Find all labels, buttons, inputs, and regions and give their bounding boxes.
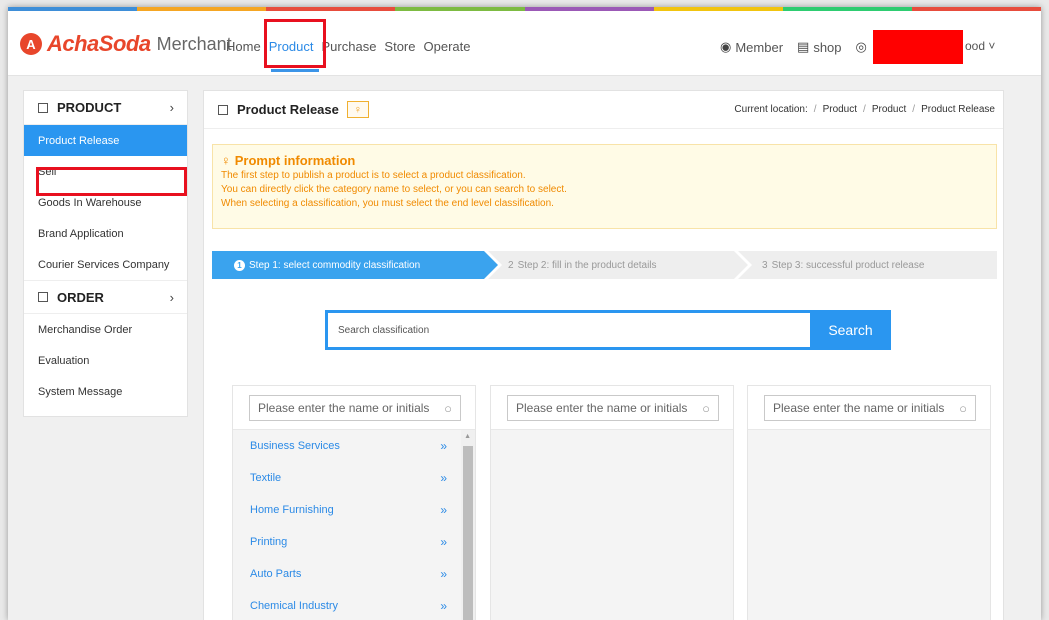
member-link[interactable]: ◉ Member [720, 39, 783, 55]
lightbulb-icon[interactable]: ♀ [346, 101, 369, 118]
step-3: 3 Step 3: successful product release [738, 251, 997, 279]
double-chevron-right-icon: » [440, 599, 447, 613]
sidebar-item-system-message[interactable]: System Message [24, 376, 187, 407]
scrollbar-thumb[interactable] [463, 446, 473, 620]
step-label: Step 2: fill in the product details [517, 259, 657, 271]
double-chevron-right-icon: » [440, 503, 447, 517]
step-number: 3 [762, 259, 768, 271]
step-label: Step 3: successful product release [771, 259, 925, 271]
category-list [491, 429, 733, 620]
prompt-info-box: ♀ Prompt information The first step to p… [212, 144, 997, 229]
list-item[interactable]: Textile» [233, 462, 475, 494]
main-header: Product Release ♀ Current location: / Pr… [204, 91, 1003, 129]
brand-name: AchaSoda [47, 31, 151, 56]
column-search-input[interactable]: Please enter the name or initials ○ [507, 395, 719, 421]
section-title: ORDER [57, 289, 104, 305]
column-search-placeholder: Please enter the name or initials [773, 401, 945, 415]
page-title: Product Release [237, 102, 339, 117]
step-2: 2 Step 2: fill in the product details [488, 251, 748, 279]
column-search-input[interactable]: Please enter the name or initials ○ [249, 395, 461, 421]
sidebar: PRODUCT › Product Release Sell Goods In … [23, 90, 188, 417]
nav-purchase[interactable]: Purchase [322, 39, 377, 54]
scroll-up-icon[interactable]: ▲ [464, 433, 471, 440]
breadcrumb-item[interactable]: Product [823, 104, 857, 115]
double-chevron-right-icon: » [440, 567, 447, 581]
category-column-1: Please enter the name or initials ○ Busi… [232, 385, 476, 620]
list-item[interactable]: Auto Parts» [233, 558, 475, 590]
double-chevron-right-icon: » [440, 439, 447, 453]
step-progress: 1 Step 1: select commodity classificatio… [212, 251, 997, 279]
column-search-placeholder: Please enter the name or initials [516, 401, 688, 415]
highlight-box-sell [36, 167, 187, 196]
category-list: Business Services» Textile» Home Furnish… [233, 429, 475, 620]
section-icon [38, 102, 48, 113]
prompt-line: You can directly click the category name… [221, 184, 567, 195]
list-item[interactable]: Printing» [233, 526, 475, 558]
double-chevron-right-icon: » [440, 535, 447, 549]
list-item[interactable]: Business Services» [233, 430, 475, 462]
step-label: Step 1: select commodity classification [249, 259, 421, 271]
search-icon: ○ [702, 400, 710, 416]
sidebar-item-brand-application[interactable]: Brand Application [24, 218, 187, 249]
step-1: 1 Step 1: select commodity classificatio… [212, 251, 498, 279]
shop-icon: ▤ [797, 39, 810, 54]
redacted-username [873, 30, 963, 64]
double-chevron-right-icon: » [440, 471, 447, 485]
step-number: 1 [234, 260, 245, 271]
chevron-right-icon: › [169, 289, 174, 305]
member-label: Member [735, 39, 784, 55]
prompt-title: Prompt information [234, 153, 356, 168]
logo-icon: A [20, 33, 42, 55]
sidebar-section-product[interactable]: PRODUCT › [24, 91, 187, 125]
search-icon: ○ [444, 400, 452, 416]
breadcrumb-item[interactable]: Product [872, 104, 906, 115]
user-nav: ◉ Member ▤ shop ◎ [720, 39, 885, 55]
user-name-tail[interactable]: ood ˅ [965, 39, 995, 53]
prompt-line: When selecting a classification, you mus… [221, 198, 554, 209]
sidebar-item-evaluation[interactable]: Evaluation [24, 345, 187, 376]
sidebar-item-product-release[interactable]: Product Release [24, 125, 187, 156]
section-icon [38, 292, 48, 302]
category-list [748, 429, 990, 620]
lightbulb-icon: ♀ [221, 153, 231, 168]
nav-store[interactable]: Store [384, 39, 415, 54]
highlight-box-product [264, 19, 326, 68]
category-column-3: Please enter the name or initials ○ [747, 385, 991, 620]
shop-label: shop [813, 39, 842, 55]
column-search-input[interactable]: Please enter the name or initials ○ [764, 395, 976, 421]
sidebar-section-order[interactable]: ORDER › [24, 280, 187, 314]
list-item[interactable]: Home Furnishing» [233, 494, 475, 526]
step-number: 2 [508, 259, 514, 271]
app-window: A AchaSoda Merchant Home Product Purchas… [8, 7, 1041, 620]
nav-operate[interactable]: Operate [424, 39, 471, 54]
search-input[interactable]: Search classification [325, 310, 810, 350]
user-icon: ◎ [855, 39, 867, 54]
prompt-line: The first step to publish a product is t… [221, 170, 526, 181]
column-search-placeholder: Please enter the name or initials [258, 401, 430, 415]
breadcrumb: Current location: / Product / Product / … [734, 104, 995, 115]
classification-search: Search classification Search [325, 310, 891, 350]
merchant-label: Merchant [156, 33, 232, 54]
page-icon [218, 104, 228, 115]
search-icon: ○ [959, 400, 967, 416]
chevron-right-icon: › [169, 100, 174, 115]
scrollbar[interactable]: ▲ [461, 430, 475, 620]
section-title: PRODUCT [57, 100, 122, 115]
breadcrumb-label: Current location: [734, 104, 808, 115]
nav-home[interactable]: Home [226, 39, 261, 54]
sidebar-item-courier-services[interactable]: Courier Services Company [24, 249, 187, 280]
member-icon: ◉ [720, 39, 732, 54]
main-panel: Product Release ♀ Current location: / Pr… [203, 90, 1004, 620]
breadcrumb-item[interactable]: Product Release [921, 104, 995, 115]
shop-link[interactable]: ▤ shop [797, 39, 842, 55]
list-item[interactable]: Chemical Industry» [233, 590, 475, 620]
user-menu[interactable]: ◎ [856, 39, 871, 55]
logo[interactable]: A AchaSoda Merchant [20, 31, 232, 57]
sidebar-item-merchandise-order[interactable]: Merchandise Order [24, 314, 187, 345]
active-nav-underline [271, 69, 319, 72]
top-navigation-bar: A AchaSoda Merchant Home Product Purchas… [8, 11, 1041, 76]
category-column-2: Please enter the name or initials ○ [490, 385, 734, 620]
search-button[interactable]: Search [810, 310, 891, 350]
